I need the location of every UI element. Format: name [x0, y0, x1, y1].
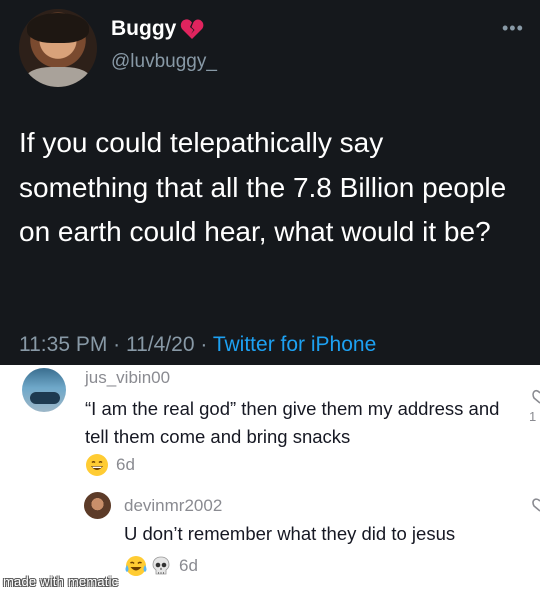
heart-outline-icon[interactable]	[528, 496, 540, 518]
reply-username[interactable]: devinmr2002	[124, 496, 222, 516]
author-name-row: Buggy	[111, 17, 204, 41]
tweet-date: 11/4/20	[126, 333, 195, 356]
like-count: 1	[529, 409, 537, 424]
tweet-text: If you could telepathically say somethin…	[19, 127, 507, 247]
avatar-car	[30, 392, 60, 404]
tweet-time: 11:35 PM	[19, 333, 108, 356]
tweet-card: Buggy @luvbuggy_ ••• If you could telepa…	[0, 0, 540, 365]
avatar-hair	[27, 13, 89, 43]
broken-heart-icon	[181, 19, 204, 39]
grinning-face-icon	[86, 454, 108, 476]
reply-text: U don’t remember what they did to jesus	[124, 523, 456, 544]
comment-text: “I am the real god” then give them my ad…	[85, 398, 500, 447]
author-avatar[interactable]	[19, 9, 97, 87]
author-handle[interactable]: @luvbuggy_	[111, 51, 217, 73]
tweet-meta: 11:35 PM · 11/4/20 · Twitter for iPhone	[19, 333, 376, 357]
skull-icon	[152, 556, 170, 575]
tweet-source-link[interactable]: Twitter for iPhone	[213, 333, 376, 356]
meta-separator: ·	[113, 333, 121, 356]
avatar-shirt	[25, 67, 91, 87]
comment-meta: 6d	[85, 453, 135, 477]
reply-meta: 6d	[124, 554, 198, 578]
reply-time: 6d	[179, 556, 198, 575]
tears-of-joy-icon	[125, 556, 147, 576]
comment-time: 6d	[116, 455, 135, 474]
comments-section: jus_vibin00 “I am the real god” then giv…	[0, 365, 540, 593]
comment-username[interactable]: jus_vibin00	[85, 368, 170, 388]
meta-separator: ·	[200, 333, 208, 356]
author-name[interactable]: Buggy	[111, 17, 176, 41]
more-horizontal-icon[interactable]: •••	[502, 18, 524, 39]
reply-avatar[interactable]	[84, 492, 111, 519]
mematic-watermark: made with mematic	[3, 574, 119, 589]
commenter-avatar[interactable]	[22, 368, 66, 412]
